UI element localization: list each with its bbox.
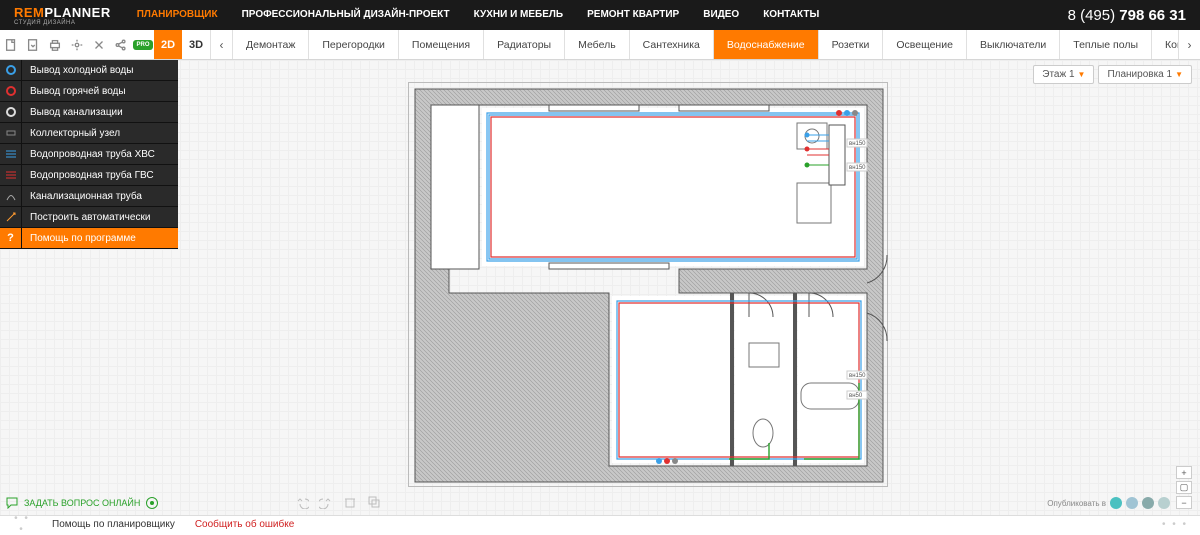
- open-file-icon[interactable]: [22, 30, 44, 59]
- palette-hot-water-outlet[interactable]: Вывод горячей воды: [0, 81, 178, 102]
- palette-label: Помощь по программе: [22, 233, 136, 244]
- tools-icon[interactable]: [88, 30, 110, 59]
- copy-icon[interactable]: [367, 495, 381, 509]
- footer-report-link[interactable]: Сообщить об ошибке: [195, 519, 294, 530]
- tab-peregorodki[interactable]: Перегородки: [308, 30, 398, 59]
- tab-mebel[interactable]: Мебель: [564, 30, 629, 59]
- palette-label: Вывод канализации: [22, 107, 123, 118]
- phone-number[interactable]: 8 (495) 798 66 31: [1068, 7, 1200, 24]
- tab-rozetki[interactable]: Розетки: [818, 30, 883, 59]
- palette-label: Водопроводная труба ГВС: [22, 170, 154, 181]
- floor-plan[interactable]: вн150 вн150 вн150 вн50: [408, 82, 888, 487]
- logo-part1: REM: [14, 5, 44, 20]
- chat-icon: [6, 497, 18, 509]
- nav-kitchen[interactable]: КУХНИ И МЕБЕЛЬ: [462, 0, 575, 30]
- palette-cold-pipe[interactable]: Водопроводная труба ХВС: [0, 144, 178, 165]
- zoom-controls: + ▢ −: [1176, 466, 1192, 509]
- tab-vodosnabzhenie[interactable]: Водоснабжение: [713, 30, 818, 59]
- palette-collector[interactable]: Коллекторный узел: [0, 123, 178, 144]
- online-indicator-icon: [146, 497, 158, 509]
- svg-text:вн50: вн50: [849, 393, 863, 399]
- tab-konditsionery[interactable]: Кондиционеры: [1151, 30, 1178, 59]
- undo-icon[interactable]: [295, 495, 309, 509]
- tab-osveschenie[interactable]: Освещение: [882, 30, 966, 59]
- zoom-fit-button[interactable]: ▢: [1176, 481, 1192, 494]
- nav-repair[interactable]: РЕМОНТ КВАРТИР: [575, 0, 691, 30]
- new-file-icon[interactable]: [0, 30, 22, 59]
- collector-icon: [0, 123, 22, 144]
- tab-santehnika[interactable]: Сантехника: [629, 30, 713, 59]
- wand-icon: [0, 207, 22, 228]
- logo[interactable]: REMPLANNER СТУДИЯ ДИЗАЙНА: [0, 5, 125, 26]
- help-icon: ?: [0, 228, 22, 249]
- zoom-out-button[interactable]: −: [1176, 496, 1192, 509]
- palette-help[interactable]: ? Помощь по программе: [0, 228, 178, 249]
- palette-auto-build[interactable]: Построить автоматически: [0, 207, 178, 228]
- history-toolbar: [295, 495, 381, 509]
- footer-bar: • • • Помощь по планировщику Сообщить об…: [0, 515, 1200, 532]
- footer-dots-right: • • •: [1162, 519, 1188, 530]
- social-icon-4[interactable]: [1158, 497, 1170, 509]
- view-3d-button[interactable]: 3D: [182, 30, 210, 59]
- nav-project[interactable]: ПРОФЕССИОНАЛЬНЫЙ ДИЗАЙН-ПРОЕКТ: [230, 0, 462, 30]
- view-2d-button[interactable]: 2D: [154, 30, 182, 59]
- trash-icon[interactable]: [343, 495, 357, 509]
- nav-contacts[interactable]: КОНТАКТЫ: [751, 0, 831, 30]
- zoom-in-button[interactable]: +: [1176, 466, 1192, 479]
- palette-label: Коллекторный узел: [22, 128, 120, 139]
- svg-text:вн150: вн150: [849, 373, 866, 379]
- tabs-scroll-right[interactable]: ›: [1178, 30, 1200, 59]
- palette-label: Построить автоматически: [22, 212, 150, 223]
- social-icon-2[interactable]: [1126, 497, 1138, 509]
- palette-label: Вывод горячей воды: [22, 86, 126, 97]
- palette-hot-pipe[interactable]: Водопроводная труба ГВС: [0, 165, 178, 186]
- sewer-pipe-icon: [0, 186, 22, 207]
- settings-icon[interactable]: [66, 30, 88, 59]
- tab-pomescheniya[interactable]: Помещения: [398, 30, 483, 59]
- category-tabs: Демонтаж Перегородки Помещения Радиаторы…: [232, 30, 1178, 59]
- print-icon[interactable]: [44, 30, 66, 59]
- palette-cold-water-outlet[interactable]: Вывод холодной воды: [0, 60, 178, 81]
- logo-part2: PLANNER: [44, 5, 110, 20]
- main-nav: ПЛАНИРОВЩИК ПРОФЕССИОНАЛЬНЫЙ ДИЗАЙН-ПРОЕ…: [125, 0, 832, 30]
- toolbar: PRO 2D 3D ‹ Демонтаж Перегородки Помещен…: [0, 30, 1200, 60]
- hot-water-icon: [0, 81, 22, 102]
- floor-selector[interactable]: Этаж 1▼: [1033, 65, 1094, 84]
- publish-label: Опубликовать в: [1047, 497, 1170, 509]
- social-icon-3[interactable]: [1142, 497, 1154, 509]
- layout-selector[interactable]: Планировка 1▼: [1098, 65, 1192, 84]
- cold-water-icon: [0, 60, 22, 81]
- palette-label: Канализационная труба: [22, 191, 142, 202]
- svg-text:вн150: вн150: [849, 141, 866, 147]
- tab-demontazh[interactable]: Демонтаж: [232, 30, 308, 59]
- share-icon[interactable]: [110, 30, 132, 59]
- tab-teplye-poly[interactable]: Теплые полы: [1059, 30, 1151, 59]
- social-icon-1[interactable]: [1110, 497, 1122, 509]
- logo-subtitle: СТУДИЯ ДИЗАЙНА: [14, 20, 111, 26]
- canvas-area[interactable]: Вывод холодной воды Вывод горячей воды В…: [0, 60, 1200, 515]
- palette-sewer-pipe[interactable]: Канализационная труба: [0, 186, 178, 207]
- cold-pipe-icon: [0, 144, 22, 165]
- tab-radiatory[interactable]: Радиаторы: [483, 30, 564, 59]
- palette-sewer-outlet[interactable]: Вывод канализации: [0, 102, 178, 123]
- nav-planner[interactable]: ПЛАНИРОВЩИК: [125, 0, 230, 30]
- nav-video[interactable]: ВИДЕО: [691, 0, 751, 30]
- tab-vyklyuchateli[interactable]: Выключатели: [966, 30, 1059, 59]
- ask-online-button[interactable]: ЗАДАТЬ ВОПРОС ОНЛАЙН: [6, 497, 158, 509]
- redo-icon[interactable]: [319, 495, 333, 509]
- palette-label: Водопроводная труба ХВС: [22, 149, 155, 160]
- sewer-icon: [0, 102, 22, 123]
- svg-text:вн150: вн150: [849, 165, 866, 171]
- tabs-scroll-left[interactable]: ‹: [210, 30, 232, 59]
- tool-palette: Вывод холодной воды Вывод горячей воды В…: [0, 60, 178, 249]
- pro-badge[interactable]: PRO: [132, 30, 154, 59]
- hot-pipe-icon: [0, 165, 22, 186]
- palette-label: Вывод холодной воды: [22, 65, 133, 76]
- footer-help-link[interactable]: Помощь по планировщику: [52, 519, 175, 530]
